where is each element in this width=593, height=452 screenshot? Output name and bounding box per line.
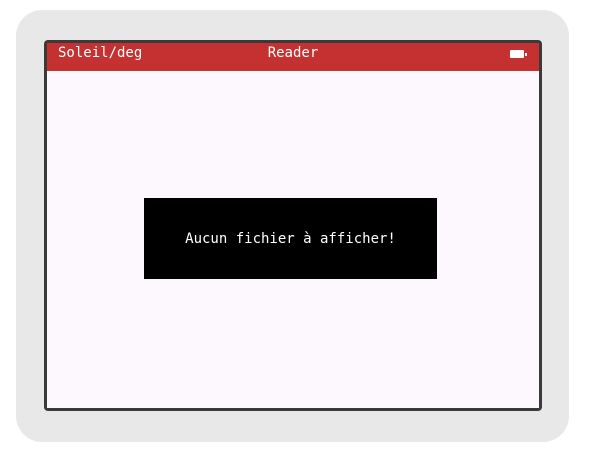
calculator-screen: Soleil/deg Reader Aucun fichier à affich… (47, 43, 539, 408)
app-title: Reader (267, 45, 319, 61)
status-bar: Soleil/deg Reader (47, 43, 539, 71)
screen-bezel: Soleil/deg Reader Aucun fichier à affich… (44, 40, 542, 411)
battery-full-icon (510, 50, 527, 58)
empty-state-message: Aucun fichier à afficher! (185, 230, 396, 247)
empty-state-message-box: Aucun fichier à afficher! (144, 198, 437, 279)
